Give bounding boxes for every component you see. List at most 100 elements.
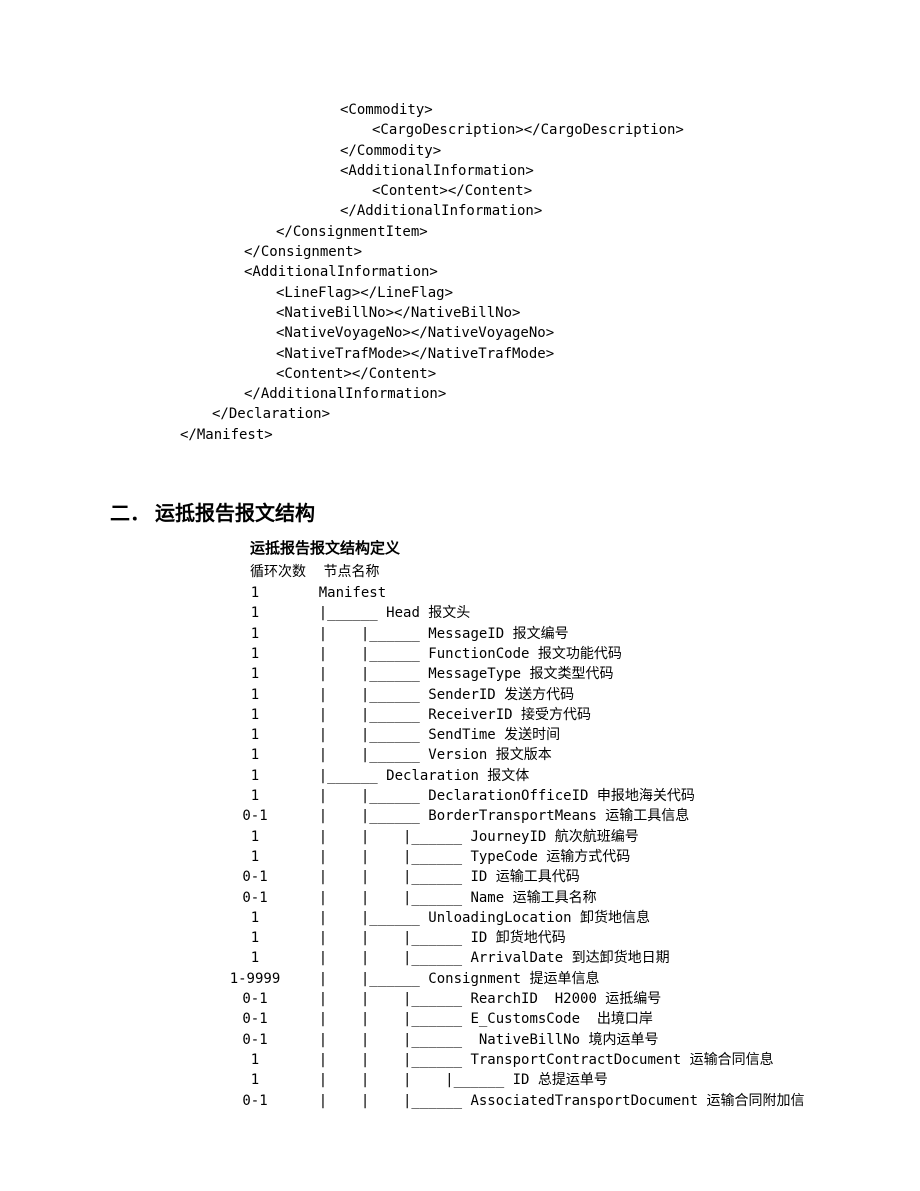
tree-count: 1	[225, 664, 285, 684]
tree-count: 1	[225, 827, 285, 847]
tree-row: 0-1 | | |______ E_CustomsCode 出境口岸	[225, 1009, 810, 1029]
tree-label: Manifest	[319, 583, 386, 603]
tree-label: Consignment 提运单信息	[428, 969, 599, 989]
xml-line: </Declaration>	[180, 404, 810, 424]
tree-label: MessageID 报文编号	[428, 624, 568, 644]
tree-branch: | | |______	[285, 1030, 470, 1050]
tree-row: 0-1 | | |______ ID 运输工具代码	[225, 867, 810, 887]
tree-header: 循环次数 节点名称	[250, 563, 810, 583]
tree-count: 1	[225, 624, 285, 644]
tree-row: 0-1 | | |______ NativeBillNo 境内运单号	[225, 1030, 810, 1050]
tree-row: 1 | |______ SenderID 发送方代码	[225, 685, 810, 705]
tree-branch: | | |______	[285, 888, 470, 908]
tree-row: 1 | | |______ TransportContractDocument …	[225, 1050, 810, 1070]
tree-row: 1 | |______ SendTime 发送时间	[225, 725, 810, 745]
tree-count: 1	[225, 725, 285, 745]
tree-count: 0-1	[225, 1030, 285, 1050]
tree-branch: | | |______	[285, 1091, 470, 1111]
xml-line: <NativeVoyageNo></NativeVoyageNo>	[180, 323, 810, 343]
tree-label: E_CustomsCode 出境口岸	[470, 1009, 652, 1029]
tree-count: 0-1	[225, 888, 285, 908]
tree-label: Head 报文头	[386, 603, 470, 623]
tree-branch: |______	[285, 603, 386, 623]
xml-line: <AdditionalInformation>	[180, 262, 810, 282]
xml-line: </Consignment>	[180, 242, 810, 262]
tree-count: 1	[225, 948, 285, 968]
tree-count: 1	[225, 583, 285, 603]
tree-branch: | | |______	[285, 928, 470, 948]
tree-count: 1	[225, 1070, 285, 1090]
tree-branch: | | |______	[285, 827, 470, 847]
tree-count: 0-1	[225, 1091, 285, 1111]
tree-branch: | |______	[285, 969, 428, 989]
tree-label: AssociatedTransportDocument 运输合同附加信	[470, 1091, 804, 1111]
tree-branch: | | |______	[285, 948, 470, 968]
tree-row: 1 | |______ FunctionCode 报文功能代码	[225, 644, 810, 664]
section-heading: 二． 运抵报告报文结构	[110, 500, 810, 529]
tree-row: 1 |______ Declaration 报文体	[225, 766, 810, 786]
tree-row: 0-1 | |______ BorderTransportMeans 运输工具信…	[225, 806, 810, 826]
tree-branch: | |______	[285, 745, 428, 765]
tree-count: 0-1	[225, 867, 285, 887]
tree-header-col2: 节点名称	[324, 563, 380, 583]
tree-count: 1	[225, 1050, 285, 1070]
tree-count: 1	[225, 644, 285, 664]
tree-label: Version 报文版本	[428, 745, 551, 765]
tree-label: UnloadingLocation 卸货地信息	[428, 908, 650, 928]
tree-branch: | |______	[285, 664, 428, 684]
tree-row: 1 Manifest	[225, 583, 810, 603]
tree-row: 1 | | |______ ID 卸货地代码	[225, 928, 810, 948]
tree-row: 1 | |______ Version 报文版本	[225, 745, 810, 765]
tree-count: 1	[225, 908, 285, 928]
tree-label: SendTime 发送时间	[428, 725, 560, 745]
tree-label: ID 卸货地代码	[470, 928, 565, 948]
tree-row: 0-1 | | |______ AssociatedTransportDocum…	[225, 1091, 810, 1111]
tree-row: 1 | | |______ ArrivalDate 到达卸货地日期	[225, 948, 810, 968]
tree-branch: | | |______	[285, 847, 470, 867]
tree-row: 1 | | | |______ ID 总提运单号	[225, 1070, 810, 1090]
tree-branch: | |______	[285, 705, 428, 725]
xml-line: <LineFlag></LineFlag>	[180, 283, 810, 303]
tree-row: 1-9999 | |______ Consignment 提运单信息	[225, 969, 810, 989]
tree-label: TypeCode 运输方式代码	[470, 847, 630, 867]
tree-label: ReceiverID 接受方代码	[428, 705, 591, 725]
tree-label: JourneyID 航次航班编号	[470, 827, 638, 847]
xml-line: </AdditionalInformation>	[180, 384, 810, 404]
tree-branch: | |______	[285, 786, 428, 806]
xml-line: </Manifest>	[180, 425, 810, 445]
tree-branch: | |______	[285, 908, 428, 928]
structure-tree: 1 Manifest1 |______ Head 报文头1 | |______ …	[225, 583, 810, 1111]
tree-row: 1 | |______ MessageID 报文编号	[225, 624, 810, 644]
tree-branch: | |______	[285, 644, 428, 664]
tree-count: 0-1	[225, 989, 285, 1009]
tree-label: MessageType 报文类型代码	[428, 664, 613, 684]
tree-branch: | | |______	[285, 1050, 470, 1070]
tree-branch: | |______	[285, 806, 428, 826]
tree-label: Declaration 报文体	[386, 766, 529, 786]
tree-branch: | |______	[285, 685, 428, 705]
tree-count: 1	[225, 786, 285, 806]
tree-label: Name 运输工具名称	[470, 888, 596, 908]
tree-label: TransportContractDocument 运输合同信息	[470, 1050, 773, 1070]
xml-line: <NativeTrafMode></NativeTrafMode>	[180, 344, 810, 364]
tree-label: DeclarationOfficeID 申报地海关代码	[428, 786, 695, 806]
tree-label: ID 运输工具代码	[470, 867, 579, 887]
tree-row: 1 |______ Head 报文头	[225, 603, 810, 623]
tree-row: 1 | |______ ReceiverID 接受方代码	[225, 705, 810, 725]
tree-count: 1	[225, 685, 285, 705]
tree-count: 1-9999	[225, 969, 285, 989]
xml-line: <Commodity>	[180, 100, 810, 120]
tree-row: 1 | |______ MessageType 报文类型代码	[225, 664, 810, 684]
tree-label: NativeBillNo 境内运单号	[470, 1030, 658, 1050]
tree-branch: | | |______	[285, 1009, 470, 1029]
xml-line: <NativeBillNo></NativeBillNo>	[180, 303, 810, 323]
xml-line: </Commodity>	[180, 141, 810, 161]
tree-label: RearchID H2000 运抵编号	[470, 989, 661, 1009]
tree-count: 1	[225, 603, 285, 623]
tree-row: 1 | |______ DeclarationOfficeID 申报地海关代码	[225, 786, 810, 806]
tree-label: BorderTransportMeans 运输工具信息	[428, 806, 689, 826]
tree-count: 1	[225, 928, 285, 948]
tree-branch: | | | |______	[285, 1070, 513, 1090]
tree-branch: |______	[285, 766, 386, 786]
tree-count: 1	[225, 766, 285, 786]
